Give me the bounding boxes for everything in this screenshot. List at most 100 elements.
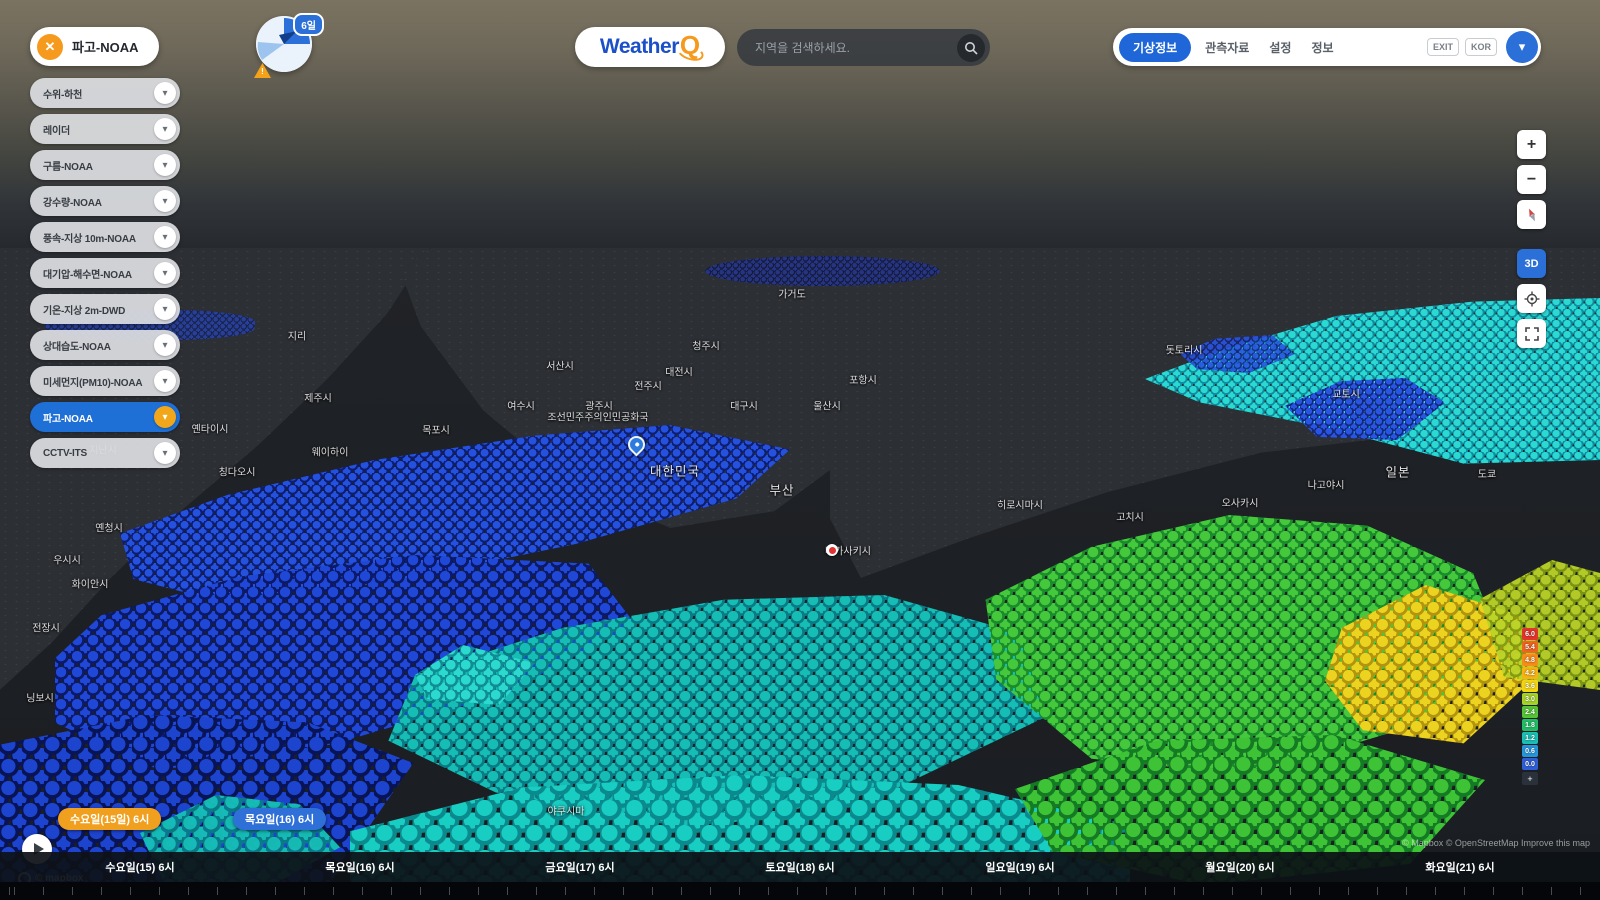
map-place-label: 광주시 (585, 401, 613, 413)
map-place-label: 제주시 (304, 393, 332, 405)
timeline-day[interactable]: 월요일(20) 6시 (1205, 859, 1274, 875)
map-place-label: 지리 (287, 331, 307, 343)
current-time-tooltip[interactable]: 수요일(15일) 6시 (58, 808, 162, 830)
timeline-day[interactable]: 화요일(21) 6시 (1425, 859, 1494, 875)
map-controls: + − 3D (1517, 130, 1546, 348)
timeline-scrubber[interactable] (0, 882, 1600, 900)
chevron-down-icon[interactable]: ▾ (154, 226, 176, 248)
layer-pill[interactable]: 강수량-NOAA ▾ (30, 186, 180, 216)
chevron-down-icon[interactable]: ▾ (154, 298, 176, 320)
layer-pill-label: 미세먼지(PM10)-NOAA (43, 377, 143, 389)
nav-items: 기상정보 관측자료 설정 정보 (1119, 32, 1344, 62)
geolocate-button[interactable] (1517, 284, 1546, 313)
chevron-down-icon[interactable]: ▾ (154, 82, 176, 104)
app-logo[interactable]: Weather Q (575, 27, 725, 67)
fullscreen-button[interactable] (1517, 319, 1546, 348)
legend-cell: 5.4 (1522, 641, 1538, 653)
geolocate-icon (1524, 291, 1539, 306)
compass-button[interactable] (1517, 200, 1546, 229)
layer-pill-label: 강수량-NOAA (43, 197, 102, 209)
layer-pill-label: CCTV-ITS (43, 447, 87, 459)
layer-pill[interactable]: 수위-하천 ▾ (30, 78, 180, 108)
nav-item[interactable]: 기상정보 (1119, 32, 1192, 62)
chevron-down-icon[interactable]: ▾ (154, 118, 176, 140)
nav-item[interactable]: 설정 (1269, 39, 1291, 56)
weather-forecast-widget[interactable]: 6일 ! (254, 13, 324, 80)
logo-q: Q (679, 29, 701, 60)
zoom-out-button[interactable]: − (1517, 165, 1546, 194)
search-button[interactable] (957, 33, 985, 62)
legend-cell: 0.6 (1522, 745, 1538, 757)
active-layer-chip[interactable]: ✕ 파고-NOAA (30, 27, 159, 66)
map-place-label: 목포시 (422, 425, 450, 437)
map-place-label: 포항시 (849, 375, 877, 387)
legend-cell: 1.2 (1522, 732, 1538, 744)
zoom-in-button[interactable]: + (1517, 130, 1546, 159)
map-place-label: 대구시 (730, 401, 758, 413)
map-place-label: 청주시 (692, 341, 720, 353)
legend-cell: 3.0 (1522, 693, 1538, 705)
legend-cell: 2.4 (1522, 706, 1538, 718)
timeline-day[interactable]: 일요일(19) 6시 (985, 859, 1054, 875)
compass-icon (1528, 208, 1535, 221)
map-place-label: 돗토리시 (1165, 345, 1203, 357)
layer-pill-label: 파고-NOAA (43, 413, 93, 425)
layer-pill[interactable]: 구름-NOAA ▾ (30, 150, 180, 180)
map-attribution[interactable]: © Mapbox © OpenStreetMap Improve this ma… (1402, 838, 1590, 848)
timeline-days: 수요일(15) 6시 목요일(16) 6시 금요일(17) 6시 토요일(18) 6시… (0, 852, 1600, 882)
layer-pill[interactable]: 대기압-해수면-NOAA ▾ (30, 258, 180, 288)
map-place-label: 닝보시 (26, 693, 54, 705)
chevron-down-icon[interactable]: ▾ (154, 262, 176, 284)
map-place-label: 전장시 (32, 623, 60, 635)
nav-item[interactable]: 정보 (1311, 39, 1333, 56)
selected-city-marker[interactable] (826, 544, 838, 556)
map-place-label: 웨이하이 (311, 447, 349, 459)
chevron-down-icon[interactable]: ▾ (154, 334, 176, 356)
layer-pill-label: 풍속-지상 10m-NOAA (43, 233, 136, 245)
layer-pill[interactable]: 기온-지상 2m-DWD ▾ (30, 294, 180, 324)
search-input[interactable] (753, 39, 957, 56)
language-selector[interactable]: KOR (1465, 38, 1497, 56)
layer-pill[interactable]: 레이더 ▾ (30, 114, 180, 144)
timeline-day[interactable]: 토요일(18) 6시 (765, 859, 834, 875)
map-place-label: 부산 (769, 483, 795, 498)
legend-cell: 4.8 (1522, 654, 1538, 666)
chevron-down-icon[interactable]: ▾ (154, 190, 176, 212)
close-icon[interactable]: ✕ (37, 33, 63, 60)
chevron-down-icon[interactable]: ▾ (154, 406, 176, 428)
collapse-menu-button[interactable]: ▾ (1506, 31, 1538, 63)
layer-pill-label: 레이더 (43, 125, 70, 137)
chevron-down-icon[interactable]: ▾ (154, 154, 176, 176)
exit-button[interactable]: EXIT (1426, 38, 1459, 56)
map-place-label: 나고야시 (1307, 480, 1345, 492)
timeline-day[interactable]: 수요일(15) 6시 (105, 859, 174, 875)
layer-pill-label: 구름-NOAA (43, 161, 93, 173)
timeline-day[interactable]: 목요일(16) 6시 (325, 859, 394, 875)
nav-item[interactable]: 관측자료 (1205, 39, 1249, 56)
timeline-day[interactable]: 금요일(17) 6시 (545, 859, 614, 875)
chevron-down-icon[interactable]: ▾ (154, 370, 176, 392)
search-icon (965, 41, 978, 55)
legend-expand-button[interactable]: + (1522, 772, 1538, 785)
layer-pill-label: 수위-하천 (43, 89, 83, 101)
layer-pill[interactable]: 미세먼지(PM10)-NOAA ▾ (30, 366, 180, 396)
chevron-down-icon[interactable]: ▾ (154, 442, 176, 464)
search-bar[interactable] (737, 29, 990, 66)
selected-time-tooltip[interactable]: 목요일(16) 6시 (233, 808, 327, 830)
layer-pill[interactable]: CCTV-ITS ▾ (30, 438, 180, 468)
map-place-label: 옌타이시 (191, 424, 229, 436)
forecast-days-badge: 6일 (293, 13, 324, 36)
map-place-label: 칭다오시 (218, 467, 256, 479)
layer-pill[interactable]: 풍속-지상 10m-NOAA ▾ (30, 222, 180, 252)
3d-toggle-button[interactable]: 3D (1517, 249, 1546, 278)
layer-pill[interactable]: 상대습도-NOAA ▾ (30, 330, 180, 360)
map-place-label: 가거도 (778, 289, 806, 301)
fullscreen-icon (1524, 326, 1539, 341)
map-place-label: 오사카시 (1221, 498, 1259, 510)
map-place-label: 여수시 (507, 401, 535, 413)
timeline-bar: 수요일(15) 6시 목요일(16) 6시 금요일(17) 6시 토요일(18) 6시… (0, 852, 1600, 900)
map-place-label: 대전시 (665, 367, 693, 379)
layer-pill[interactable]: 파고-NOAA ▾ (30, 402, 180, 432)
layer-list: 수위-하천 ▾ 레이더 ▾ 구름-NOAA ▾ 강수량-NOAA ▾ 풍속-지상… (30, 78, 180, 468)
legend-cell: 4.2 (1522, 667, 1538, 679)
